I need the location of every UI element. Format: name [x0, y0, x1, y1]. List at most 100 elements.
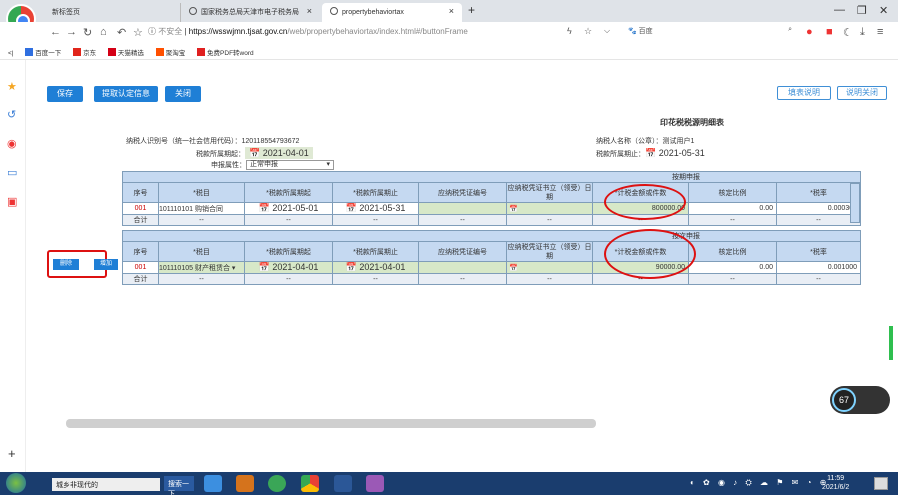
bookmark-jd[interactable]: 京东: [73, 48, 96, 57]
search-input[interactable]: 🐾 百度 ⌕: [624, 25, 794, 39]
calendar-icon: 📅: [258, 203, 273, 214]
tab-propertybehaviortax[interactable]: propertybehaviortax ×: [322, 3, 462, 22]
notification-icon[interactable]: [874, 477, 888, 490]
close-window-icon[interactable]: ✕: [879, 4, 888, 17]
maximize-icon[interactable]: ❐: [857, 4, 867, 17]
start-date-field[interactable]: 📅 2021-05-01: [244, 202, 333, 215]
calendar-icon: 📅: [249, 148, 263, 158]
dash: --: [688, 273, 777, 285]
chrome-icon[interactable]: [301, 475, 319, 492]
bookmark-taobao[interactable]: 聚淘宝: [155, 48, 185, 57]
add-row-button[interactable]: 增加: [94, 259, 118, 270]
star-icon[interactable]: ★: [7, 80, 17, 93]
app-icon[interactable]: ■: [826, 26, 833, 38]
ie-icon[interactable]: [204, 475, 222, 492]
total-label: 合计: [122, 214, 159, 226]
red-app-icon[interactable]: ▣: [7, 195, 17, 208]
dash: --: [244, 214, 333, 226]
window-icon[interactable]: ▭: [7, 166, 17, 179]
globe-icon: [330, 7, 338, 15]
bookmark-pdf[interactable]: 免费PDF转word: [197, 48, 254, 57]
start-icon[interactable]: [6, 473, 26, 493]
moon-icon[interactable]: ☾: [843, 26, 853, 39]
fetch-info-button[interactable]: 提取认定信息: [94, 86, 158, 102]
taskbar-search[interactable]: 搜索一下: [164, 476, 194, 498]
app-grid-icon[interactable]: [236, 475, 254, 492]
search-placeholder: 百度: [638, 28, 653, 35]
taxpayer-id-label: 纳税人识别号（统一社会信用代码）：: [126, 138, 242, 145]
menu-icon[interactable]: ≡: [877, 26, 883, 38]
voucher-date-field[interactable]: 📅: [506, 261, 593, 274]
clock[interactable]: 11:59 2021/6/2: [822, 474, 849, 492]
save-button[interactable]: 保存: [47, 86, 83, 102]
annotation-ellipse: [604, 184, 686, 220]
declare-attr-select[interactable]: 正常申报 ▾: [246, 160, 334, 170]
bookmark-tmall[interactable]: 天猫精选: [107, 48, 144, 57]
star-icon[interactable]: ☆: [133, 26, 143, 39]
voucher-date-field[interactable]: 📅: [506, 202, 593, 215]
tab-tax-bureau[interactable]: 国家税务总局天津市电子税务局 ×: [180, 3, 320, 22]
word-icon[interactable]: [334, 475, 352, 492]
back-icon[interactable]: ←: [50, 26, 61, 38]
form-title: 印花税税源明细表: [660, 118, 724, 127]
column-header: 序号: [122, 182, 159, 203]
close-tab-icon[interactable]: ×: [307, 6, 312, 16]
vertical-scroll-indicator[interactable]: [889, 326, 893, 360]
bookmark-baidu[interactable]: 百度一下: [25, 48, 62, 57]
lightning-icon[interactable]: ϟ: [567, 26, 572, 36]
column-header: *税目: [158, 241, 245, 262]
chevron-down-icon[interactable]: ⌵: [604, 26, 610, 36]
favorite-icon[interactable]: ☆: [584, 26, 592, 37]
column-header: 应纳税凭证书立（领受）日期: [506, 241, 593, 262]
end-date-field[interactable]: 📅 2021-05-31: [332, 202, 419, 215]
close-button[interactable]: 关闭: [165, 86, 201, 102]
voucher-number-field[interactable]: [418, 202, 507, 215]
url-field[interactable]: ⓘ 不安全 | https://wsswjmn.tjsat.gov.cn/web…: [148, 26, 468, 37]
horizontal-scrollbar[interactable]: [66, 419, 596, 428]
reload-icon[interactable]: ↻: [83, 26, 92, 39]
download-icon[interactable]: ⤓: [860, 26, 865, 39]
new-tab-icon[interactable]: +: [468, 3, 475, 17]
undo-icon[interactable]: ↶: [117, 26, 126, 39]
total-row: 合计 -- -- -- -- -- -- -- --: [122, 273, 861, 285]
extension-icon[interactable]: ●: [806, 26, 813, 38]
bookmarks-bar: <| 百度一下 京东 天猫精选 聚淘宝 免费PDF转word: [0, 44, 898, 60]
period-start-field[interactable]: 📅 2021-04-01: [245, 147, 313, 159]
taxpayer-name: 纳税人名称（公章）：测试用户1: [596, 136, 694, 146]
start-date-field[interactable]: 📅 2021-04-01: [244, 261, 333, 274]
bookmark-label: 免费PDF转word: [207, 50, 254, 57]
forward-icon[interactable]: →: [66, 26, 77, 38]
help-close-button[interactable]: 说明关闭: [837, 86, 887, 100]
tray-icons[interactable]: ◐ ✿ ◉ ♪ ⛭ ☁ ⚑ ✉ ◔ ⊕: [690, 478, 829, 488]
ratio-field[interactable]: 0.00: [688, 202, 777, 215]
ratio-field[interactable]: 0.00: [688, 261, 777, 274]
globe-icon: [189, 7, 197, 15]
history-icon[interactable]: ↺: [7, 108, 16, 121]
calendar-icon: 📅: [507, 205, 518, 213]
period-end: 税款所属期止：📅 2021-05-31: [596, 148, 705, 159]
add-icon[interactable]: +: [8, 446, 16, 461]
weibo-icon[interactable]: ◉: [7, 137, 17, 150]
search-icon[interactable]: ⌕: [788, 26, 792, 34]
app-icon[interactable]: [366, 475, 384, 492]
tax-item-field[interactable]: 101110101 购销合同: [158, 202, 245, 215]
taskbar-item[interactable]: 城乡非现代的: [52, 478, 160, 491]
tax-item-select[interactable]: 101110105 财产租赁合 ▾: [158, 261, 245, 274]
column-header: 序号: [122, 241, 159, 262]
voucher-number-field[interactable]: [418, 261, 507, 274]
end-date-field[interactable]: 📅 2021-04-01: [332, 261, 419, 274]
home-icon[interactable]: ⌂: [100, 26, 107, 38]
bookmark-label: 天猫精选: [117, 50, 144, 57]
sidebar-toggle-icon[interactable]: <|: [8, 50, 13, 57]
browser-icon[interactable]: [268, 475, 286, 492]
table-scrollbar[interactable]: [850, 183, 860, 223]
delete-row-button[interactable]: 删除: [53, 259, 79, 270]
column-header: 应纳税凭证编号: [418, 241, 507, 262]
close-tab-icon[interactable]: ×: [449, 6, 454, 16]
speed-widget[interactable]: 67: [830, 386, 890, 414]
bookmark-label: 百度一下: [35, 50, 62, 57]
help-button[interactable]: 填表说明: [777, 86, 831, 100]
tab-new[interactable]: 新标签页: [44, 3, 178, 22]
end-date-value: 2021-04-01: [359, 262, 406, 273]
minimize-icon[interactable]: —: [834, 4, 845, 16]
